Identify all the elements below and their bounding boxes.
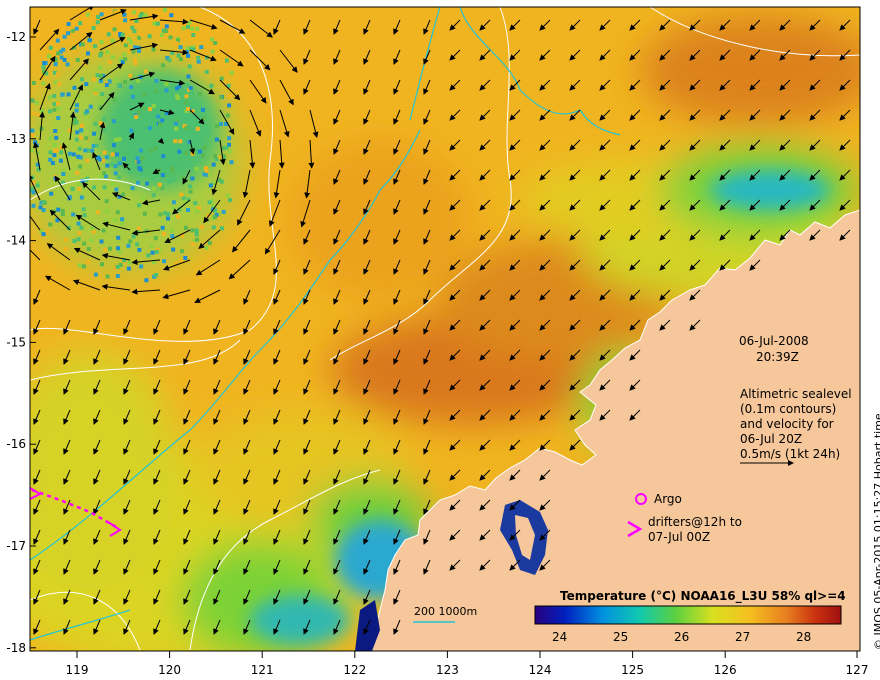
isobath-label: 200 1000m (414, 605, 478, 618)
y-tick-label: -17 (6, 539, 26, 553)
x-tick-label: 122 (343, 663, 366, 677)
colorbar-tick-label: 27 (735, 630, 751, 644)
x-tick-label: 126 (714, 663, 737, 677)
colorbar (534, 605, 842, 625)
argo-label: Argo (654, 492, 682, 506)
altimetry-note-3: and velocity for (740, 417, 834, 431)
x-tick-label: 127 (846, 663, 869, 677)
x-tick-label: 124 (529, 663, 552, 677)
y-tick-label: -12 (6, 30, 26, 44)
altimetry-note-5: 0.5m/s (1kt 24h) (740, 447, 841, 461)
y-tick-label: -18 (6, 641, 26, 655)
x-tick-label: 120 (158, 663, 181, 677)
map-time: 20:39Z (756, 350, 799, 364)
map-date: 06-Jul-2008 (739, 334, 809, 348)
x-tick-label: 125 (621, 663, 644, 677)
altimetry-note-2: (0.1m contours) (740, 402, 837, 416)
x-tick-label: 119 (66, 663, 89, 677)
y-tick-label: -14 (6, 234, 26, 248)
x-tick-label: 123 (436, 663, 459, 677)
colorbar-tick-label: 24 (552, 630, 568, 644)
y-tick-label: -16 (6, 437, 26, 451)
colorbar-tick-label: 25 (613, 630, 629, 644)
drifters-note-1: drifters@12h to (648, 515, 742, 529)
y-tick-label: -15 (6, 335, 26, 349)
colorbar-title: Temperature (°C) NOAA16_L3U 58% ql>=4 (560, 589, 846, 603)
altimetry-note-4: 06-Jul 20Z (740, 432, 803, 446)
drifters-note-2: 07-Jul 00Z (648, 530, 711, 544)
x-tick-label: 121 (251, 663, 274, 677)
credit-text: © IMOS 05-Apr-2015 01:15:27 Hobart time (872, 413, 880, 650)
colorbar-tick-label: 28 (796, 630, 812, 644)
altimetry-note-1: Altimetric sealevel (740, 387, 852, 401)
y-tick-label: -13 (6, 132, 26, 146)
colorbar-tick-label: 26 (674, 630, 690, 644)
